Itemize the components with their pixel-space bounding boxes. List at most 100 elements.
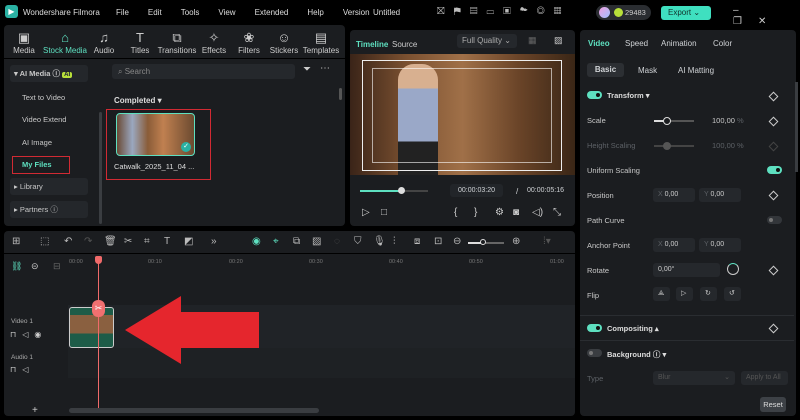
media-scrollbar[interactable] (339, 88, 342, 100)
volume-icon[interactable]: ◁) (532, 207, 543, 218)
crop-icon[interactable]: ⌗ (144, 236, 150, 247)
redo-icon[interactable]: ↷ (84, 236, 92, 247)
minimize-icon[interactable]: – (733, 5, 755, 16)
play-icon[interactable]: ▷ (362, 207, 370, 218)
image-icon[interactable]: ▨ (312, 236, 321, 247)
flip-horizontal-icon[interactable]: ▷ (676, 287, 693, 301)
sidebar-library[interactable]: ▸ Library (10, 178, 88, 195)
scale-slider[interactable] (654, 117, 694, 125)
tab-timeline[interactable]: Timeline (356, 40, 388, 49)
speaker-icon[interactable]: ◁ (22, 330, 34, 339)
rotate-dial-icon[interactable] (727, 263, 739, 275)
speaker-icon[interactable]: ◁ (22, 365, 34, 374)
more-tools-icon[interactable]: » (211, 236, 217, 247)
menu-help[interactable]: Help (307, 8, 323, 17)
shape-icon[interactable]: ◩ (184, 236, 193, 247)
layout-menu-icon[interactable]: ⊞ (12, 236, 20, 247)
position-y-input[interactable]: Y 0,00 (699, 188, 741, 202)
anchor-y-input[interactable]: Y 0,00 (699, 238, 741, 252)
zoom-slider[interactable] (468, 239, 504, 245)
scale-handle[interactable] (663, 117, 671, 125)
filter-icon[interactable]: ⏷ (303, 64, 311, 75)
anchor-x-input[interactable]: X 0,00 (653, 238, 695, 252)
background-header[interactable]: Background ⓘ ▾ (607, 349, 666, 360)
playback-handle[interactable] (397, 187, 405, 194)
stop-icon[interactable]: □ (381, 207, 387, 218)
tab-source[interactable]: Source (392, 40, 417, 49)
microphone-icon[interactable]: 🎙 (373, 236, 386, 247)
fullscreen-icon[interactable]: ⤡ (553, 207, 561, 218)
grid-icon[interactable]: ▦ (528, 35, 537, 46)
speed-icon[interactable]: ◌ (334, 236, 340, 247)
render-settings-icon[interactable]: ⚙ (495, 207, 504, 218)
camera-icon[interactable]: ◙ (513, 207, 519, 218)
credits-badge[interactable]: 29483 (596, 5, 651, 20)
snapshot-settings-icon[interactable]: ▨ (554, 35, 563, 46)
search-input[interactable]: ⌕ Search (112, 64, 295, 79)
track-icon[interactable]: ⊟ (53, 261, 61, 272)
transform-toggle[interactable] (587, 91, 602, 99)
subtab-mask[interactable]: Mask (638, 66, 657, 75)
tab-color[interactable]: Color (713, 39, 732, 48)
tab-animation[interactable]: Animation (661, 39, 697, 48)
zoom-out-icon[interactable]: ⊖ (453, 236, 461, 247)
path-curve-toggle[interactable] (767, 216, 782, 224)
more-icon[interactable]: ⋯ (320, 63, 330, 74)
restore-icon[interactable]: ❐ (733, 16, 758, 27)
zoom-in-icon[interactable]: ⊕ (512, 236, 520, 247)
rotate-right-icon[interactable]: ↻ (700, 287, 717, 301)
select-tool-icon[interactable]: ⬚ (40, 236, 49, 247)
scale-value[interactable]: 100,00 % (712, 116, 744, 125)
shield-icon[interactable]: ⛉ (354, 236, 362, 247)
sidebar-item-text-to-video[interactable]: Text to Video (10, 89, 88, 106)
split-icon[interactable]: ✂ (124, 236, 132, 247)
feedback-icon[interactable]: ⚑ (454, 6, 470, 17)
rotate-input[interactable]: 0,00° (653, 263, 720, 277)
fit-icon[interactable]: ⊡ (434, 236, 442, 247)
uniform-scaling-toggle[interactable] (767, 166, 782, 174)
replace-icon[interactable]: ⧈ (414, 236, 420, 247)
delete-icon[interactable]: 🗑 (104, 236, 117, 247)
apps-icon[interactable]: ▦ (554, 6, 571, 17)
mark-out-icon[interactable]: } (474, 207, 477, 218)
subtab-basic[interactable]: Basic (587, 63, 624, 77)
split-scissors-icon[interactable]: ✂ (92, 300, 105, 317)
mark-in-icon[interactable]: { (454, 207, 457, 218)
track-height-icon[interactable]: ⁞▾ (543, 236, 551, 247)
tab-video[interactable]: Video (588, 39, 610, 48)
menu-version[interactable]: Version (343, 8, 370, 17)
add-track-button[interactable]: + (32, 405, 38, 416)
menu-tools[interactable]: Tools (181, 8, 200, 17)
save-icon[interactable]: ▣ (503, 6, 520, 17)
flip-vertical-icon[interactable]: ⟁ (653, 287, 670, 301)
link-icon[interactable]: ⛓ (11, 261, 22, 272)
gift-icon[interactable]: ⛝ (437, 6, 454, 17)
tab-templates[interactable]: ▤ Templates (299, 30, 343, 55)
sidebar-item-ai-image[interactable]: AI Image (10, 134, 88, 151)
background-toggle[interactable] (587, 349, 602, 357)
compositing-toggle[interactable] (587, 324, 602, 332)
menu-extended[interactable]: Extended (255, 8, 289, 17)
lock-icon[interactable]: ⊓ (10, 330, 22, 339)
compositing-header[interactable]: Compositing ▴ (607, 324, 659, 333)
support-icon[interactable]: ◎ (537, 6, 554, 17)
ai-mate-icon[interactable]: ◉ (252, 236, 261, 247)
layout-icon[interactable]: ▭ (487, 6, 504, 17)
video-preview[interactable] (350, 54, 575, 175)
position-x-input[interactable]: X 0,00 (653, 188, 695, 202)
snap-icon[interactable]: ⌖ (273, 236, 279, 247)
zoom-handle[interactable] (480, 239, 486, 245)
cloud-icon[interactable]: ☁ (520, 6, 537, 17)
export-button[interactable]: Export ⌄ (661, 6, 711, 20)
undo-icon[interactable]: ↶ (64, 236, 72, 247)
sidebar-item-video-extend[interactable]: Video Extend (10, 111, 88, 128)
props-scrollbar[interactable] (795, 82, 798, 172)
menu-file[interactable]: File (116, 8, 129, 17)
rotate-left-icon[interactable]: ↺ (724, 287, 741, 301)
tab-media[interactable]: ▣ Media (2, 30, 46, 55)
sidebar-scrollbar[interactable] (99, 112, 102, 224)
tab-speed[interactable]: Speed (625, 39, 648, 48)
sidebar-ai-media[interactable]: ▾ AI Media ⓘ AI (10, 65, 88, 82)
playhead-line[interactable] (98, 258, 99, 408)
reset-button[interactable]: Reset (760, 397, 786, 412)
